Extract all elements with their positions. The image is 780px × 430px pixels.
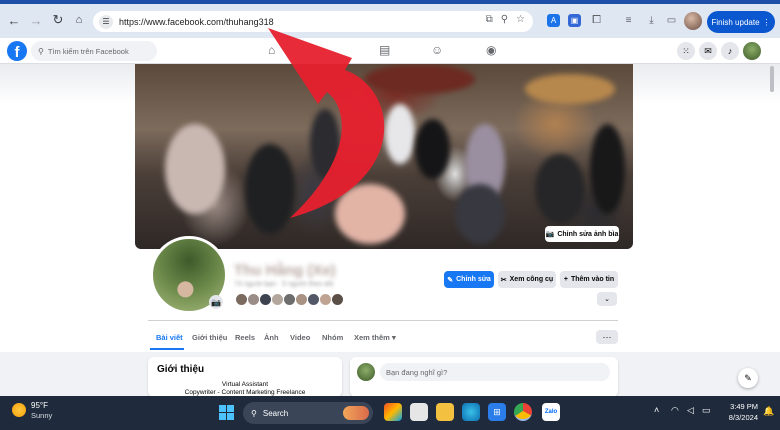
forward-icon[interactable]: → [28, 12, 44, 28]
finish-update-button[interactable]: Finish update ⋮ [707, 11, 775, 33]
weather-temp[interactable]: 95°F [31, 401, 48, 410]
scrollbar-thumb[interactable] [770, 66, 774, 92]
edit-profile-button[interactable]: ✎ Chỉnh sửa [444, 271, 494, 288]
notification-bell-icon[interactable]: 🔔 [763, 406, 774, 417]
edit-profile-label: Chỉnh sửa [456, 276, 491, 283]
tab-reels[interactable]: Reels [235, 333, 255, 342]
extensions-puzzle-icon[interactable]: ⧠ [590, 14, 603, 27]
home-nav-icon[interactable]: ⌂ [268, 43, 275, 57]
ellipsis-icon[interactable]: ··· [596, 330, 618, 344]
url-text[interactable]: https://www.facebook.com/thuhang318 [119, 17, 274, 27]
intro-bio: Virtual Assistant Copywriter - Content M… [155, 381, 335, 397]
copilot-icon[interactable] [384, 403, 402, 421]
windows-icon[interactable] [219, 405, 234, 420]
add-to-story-button[interactable]: + Thêm vào tin [560, 271, 618, 288]
taskbar-search-label: Search [262, 408, 289, 418]
zalo-icon[interactable]: Zalo [542, 403, 560, 421]
battery-icon[interactable]: ▭ [702, 405, 711, 416]
more-vert-icon: ⋮ [762, 17, 771, 27]
logo-letter: f [14, 44, 20, 61]
search-highlight-icon [343, 406, 369, 420]
search-placeholder: Tìm kiếm trên Facebook [47, 46, 129, 56]
cover-photo[interactable] [135, 64, 633, 249]
page-scrollbar[interactable] [768, 64, 776, 394]
profile-friends-count[interactable]: 73 người bạn · 5 người theo dõi [234, 281, 334, 288]
messenger-icon[interactable]: ✉ [699, 42, 717, 60]
chevron-down-icon[interactable]: ⌄ [597, 292, 617, 306]
edge-icon[interactable] [462, 403, 480, 421]
add-to-story-label: Thêm vào tin [570, 276, 615, 283]
weather-condition[interactable]: Sunny [31, 411, 52, 420]
tab-video[interactable]: Video [290, 333, 310, 342]
tab-more[interactable]: Xem thêm ▾ [354, 333, 396, 342]
clock-date: 8/3/2024 [728, 413, 758, 422]
address-bar[interactable]: ☰ https://www.facebook.com/thuhang318 ⧉ … [93, 11, 533, 32]
account-avatar[interactable] [743, 42, 761, 60]
camera-icon[interactable]: 📷 [209, 295, 223, 309]
menu-grid-icon[interactable]: ⁙ [677, 42, 695, 60]
wifi-icon[interactable]: ◠ [671, 405, 679, 416]
file-explorer-icon[interactable] [436, 403, 454, 421]
browser-toolbar: ← → ↻ ⌂ ☰ https://www.facebook.com/thuha… [0, 0, 780, 38]
tab-about[interactable]: Giới thiệu [192, 333, 227, 342]
weather-sun-icon[interactable] [12, 403, 26, 417]
caret-down-icon: ▾ [391, 333, 396, 342]
extension-icon[interactable]: ▣ [568, 14, 581, 27]
home-icon[interactable]: ⌂ [71, 12, 87, 28]
view-tools-button[interactable]: ✂ Xem công cụ [498, 271, 556, 288]
browser-profile-avatar[interactable] [684, 12, 702, 30]
bell-icon[interactable]: ♪ [721, 42, 739, 60]
camera-icon: 📷 [545, 231, 555, 238]
profile-name: Thu Hằng (Xe) [234, 262, 336, 279]
tabs-divider [148, 320, 618, 321]
taskbar-search[interactable]: ⚲ Search [243, 402, 373, 424]
tab-photos[interactable]: Ảnh [264, 333, 279, 342]
facebook-header: f ⚲ Tìm kiếm trên Facebook ⌂ ▤ ☺ ◉ ⁙ ✉ ♪ [0, 38, 780, 64]
site-info-icon[interactable]: ☰ [99, 14, 113, 29]
reload-icon[interactable]: ↻ [50, 12, 66, 28]
chrome-icon[interactable] [514, 403, 532, 421]
tab-posts[interactable]: Bài viết [156, 333, 183, 342]
tools-icon: ✂ [500, 276, 507, 284]
gaming-icon[interactable]: ◉ [486, 43, 496, 57]
friend-avatars[interactable] [235, 293, 344, 306]
plus-icon: + [563, 276, 568, 283]
back-icon[interactable]: ← [6, 12, 22, 28]
split-view-icon[interactable]: ▭ [665, 14, 678, 27]
composer-avatar[interactable] [357, 363, 375, 381]
chevron-up-icon[interactable]: ˄ [654, 405, 659, 415]
intro-line-1: Virtual Assistant [221, 381, 269, 388]
reading-list-icon[interactable]: ≡ [622, 14, 635, 27]
new-message-icon[interactable]: ✎ [738, 368, 758, 388]
windows-taskbar: 95°F Sunny ⚲ Search ⊞ Zalo ˄ ◠ ◁ ▭ 3:49 … [0, 396, 780, 430]
active-tab-indicator [150, 348, 184, 350]
facebook-search-input[interactable]: ⚲ Tìm kiếm trên Facebook [31, 41, 157, 61]
zoom-icon[interactable]: ⚲ [501, 14, 508, 25]
pencil-icon: ✎ [447, 276, 454, 284]
download-icon[interactable]: ⤓ [645, 14, 658, 27]
edit-cover-button[interactable]: 📷 Chỉnh sửa ảnh bìa [545, 226, 619, 242]
search-icon: ⚲ [38, 46, 44, 56]
bookmark-star-icon[interactable]: ☆ [516, 14, 525, 25]
volume-icon[interactable]: ◁ [687, 405, 694, 416]
tab-more-label: Xem thêm [354, 333, 390, 342]
edit-cover-label: Chỉnh sửa ảnh bìa [557, 230, 619, 238]
composer-input[interactable]: Bạn đang nghĩ gì? [380, 363, 610, 381]
tab-groups[interactable]: Nhóm [322, 333, 343, 342]
system-clock[interactable]: 3:49 PM 8/3/2024 [722, 401, 758, 423]
groups-icon[interactable]: ☺ [431, 43, 443, 57]
view-tools-label: Xem công cụ [509, 276, 554, 283]
extension-icon[interactable]: A [547, 14, 560, 27]
store-icon[interactable]: ⊞ [488, 403, 506, 421]
intro-title: Giới thiệu [157, 364, 205, 375]
clock-time: 3:49 PM [730, 402, 758, 411]
search-icon: ⚲ [251, 408, 257, 418]
finish-update-label: Finish update [711, 17, 760, 27]
marketplace-icon[interactable]: ▤ [379, 43, 390, 57]
facebook-logo[interactable]: f [7, 41, 27, 61]
task-view-icon[interactable] [410, 403, 428, 421]
cast-icon[interactable]: ⧉ [486, 14, 493, 25]
